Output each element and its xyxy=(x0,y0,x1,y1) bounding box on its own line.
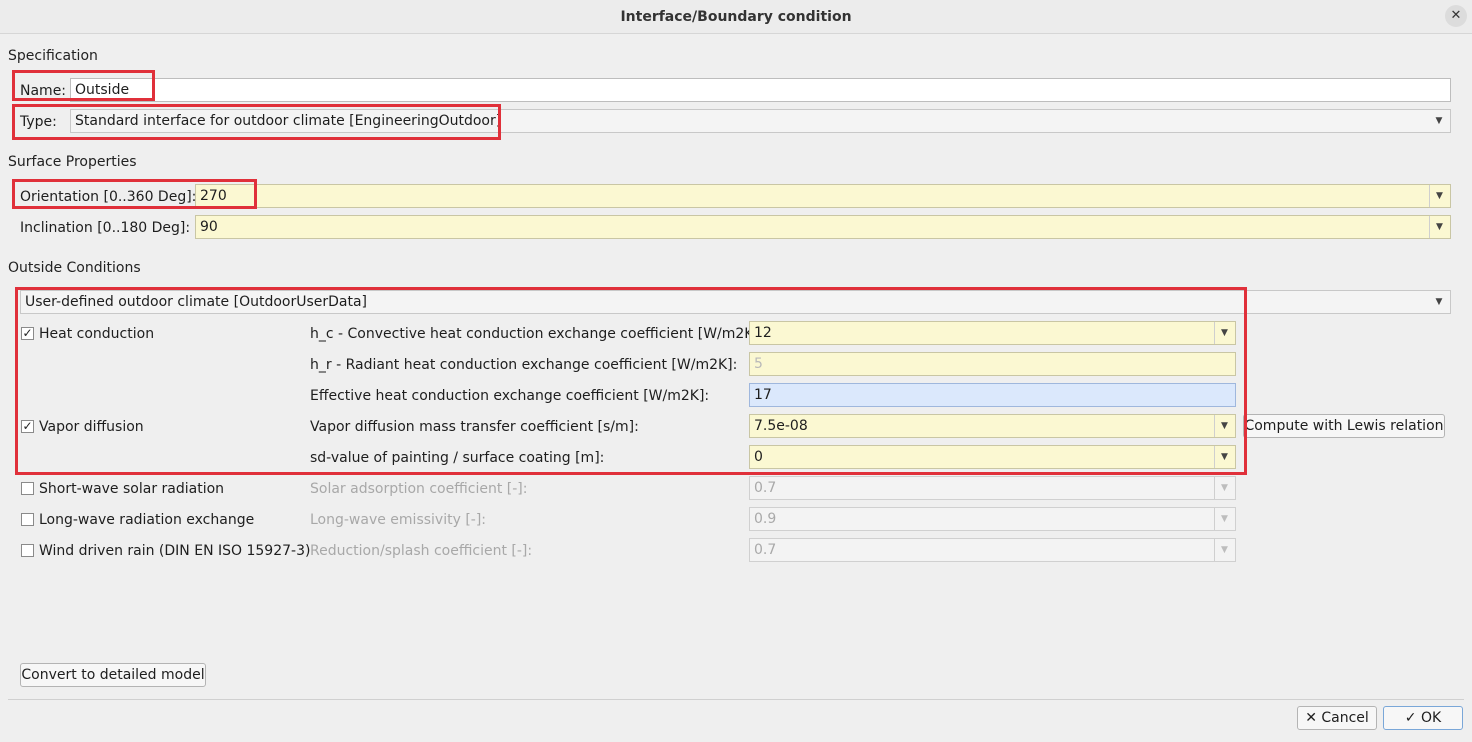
emissivity-value: 0.9 xyxy=(754,511,777,527)
inclination-combo[interactable]: 90 xyxy=(195,215,1451,239)
chevron-down-icon[interactable]: ▼ xyxy=(1429,216,1449,238)
close-icon: ✕ xyxy=(1450,8,1462,23)
highlight-type xyxy=(12,104,501,140)
specification-group-label: Specification xyxy=(8,48,98,64)
solar-coef-label: Solar adsorption coefficient [-]: xyxy=(310,481,528,497)
short-wave-checkbox[interactable] xyxy=(21,482,34,495)
orientation-combo[interactable]: 270 xyxy=(195,184,1451,208)
long-wave-label: Long-wave radiation exchange xyxy=(39,512,255,528)
ok-label: OK xyxy=(1420,710,1442,726)
chevron-down-icon[interactable]: ▼ xyxy=(1429,185,1449,207)
splash-coef-label: Reduction/splash coefficient [-]: xyxy=(310,543,533,559)
inclination-label: Inclination [0..180 Deg]: xyxy=(20,220,191,236)
highlight-name xyxy=(12,70,155,101)
long-wave-checkbox[interactable] xyxy=(21,513,34,526)
splash-coef-combo[interactable]: 0.7 xyxy=(749,538,1236,562)
short-wave-label: Short-wave solar radiation xyxy=(39,481,225,497)
footer-divider xyxy=(8,699,1464,700)
name-input[interactable]: Outside xyxy=(70,78,1451,102)
cancel-label: Cancel xyxy=(1321,710,1369,726)
chevron-down-icon: ▼ xyxy=(1214,539,1234,561)
window-title: Interface/Boundary condition xyxy=(620,9,852,25)
surface-group-label: Surface Properties xyxy=(8,154,137,170)
chevron-down-icon[interactable]: ▼ xyxy=(1429,110,1449,132)
checkmark-icon: ✓ xyxy=(1404,710,1417,726)
wind-rain-label: Wind driven rain (DIN EN ISO 15927-3) xyxy=(39,543,311,559)
close-icon: ✕ xyxy=(1305,710,1317,726)
ok-button[interactable]: ✓ OK xyxy=(1383,706,1463,730)
convert-detailed-button[interactable]: Convert to detailed model xyxy=(20,663,206,687)
highlight-outside-conditions xyxy=(15,287,1247,475)
highlight-orientation xyxy=(12,179,257,209)
inclination-value: 90 xyxy=(200,219,218,235)
wind-rain-checkbox[interactable] xyxy=(21,544,34,557)
solar-coef-combo[interactable]: 0.7 xyxy=(749,476,1236,500)
chevron-down-icon: ▼ xyxy=(1214,508,1234,530)
chevron-down-icon[interactable]: ▼ xyxy=(1429,291,1449,313)
lewis-relation-button[interactable]: Compute with Lewis relation xyxy=(1243,414,1445,438)
emissivity-label: Long-wave emissivity [-]: xyxy=(310,512,487,528)
solar-coef-value: 0.7 xyxy=(754,480,777,496)
emissivity-combo[interactable]: 0.9 xyxy=(749,507,1236,531)
chevron-down-icon: ▼ xyxy=(1214,477,1234,499)
cancel-button[interactable]: ✕ Cancel xyxy=(1297,706,1377,730)
close-button[interactable]: ✕ xyxy=(1445,5,1467,27)
outside-group-label: Outside Conditions xyxy=(8,260,141,276)
splash-coef-value: 0.7 xyxy=(754,542,777,558)
